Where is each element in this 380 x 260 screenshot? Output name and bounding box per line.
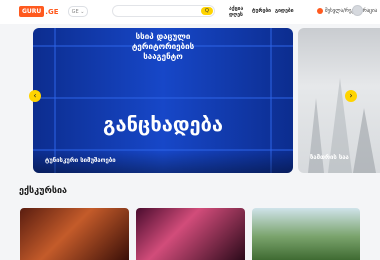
slide-line-2: ტერიტორიების xyxy=(131,42,195,51)
search-bar[interactable]: Q xyxy=(112,5,215,17)
language-switcher[interactable]: GE ⌄ xyxy=(68,6,88,17)
nav-label: აქცია დღეს xyxy=(229,6,244,18)
snowy-trees-image xyxy=(308,78,376,173)
avatar[interactable] xyxy=(352,5,363,16)
excursions-title: ექსკურსია xyxy=(19,186,68,196)
slider-main-slide[interactable]: სსიპ დაცული ტერიტორიების სააგენტო განცხა… xyxy=(33,28,293,173)
nav-item-today-deal[interactable]: აქცია დღეს xyxy=(229,6,243,18)
slide-caption-overlay: ტუნისკური სიმუშაოები xyxy=(33,151,293,173)
excursion-card-3[interactable] xyxy=(252,208,360,260)
slide-line-3: სააგენტო xyxy=(143,52,183,61)
search-button[interactable]: Q xyxy=(201,7,213,15)
slide-caption: ტუნისკური სიმუშაოები xyxy=(45,157,116,164)
side-slide-caption: ზამთრის საა xyxy=(310,154,349,161)
excursion-card-2[interactable] xyxy=(136,208,245,260)
nav-item-tours[interactable]: ტურები xyxy=(252,8,271,14)
slider-prev-button[interactable]: ‹ xyxy=(29,90,41,102)
logo-box: GURU xyxy=(19,6,45,17)
top-header: GURU .GE GE ⌄ Q აქცია დღეს ტურები გიდები… xyxy=(0,0,380,24)
slider-next-slide[interactable]: ზამთრის საა xyxy=(298,28,380,173)
site-logo[interactable]: GURU .GE xyxy=(19,6,58,17)
logo-suffix: .GE xyxy=(45,7,59,16)
nav-item-guides[interactable]: გიდები xyxy=(275,8,294,14)
slide-line-1: სსიპ დაცული xyxy=(135,32,191,41)
login-icon[interactable] xyxy=(317,8,323,14)
slider-next-button[interactable]: › xyxy=(345,90,357,102)
excursion-card-1[interactable] xyxy=(20,208,129,260)
slide-headline: განცხადება xyxy=(103,112,223,136)
